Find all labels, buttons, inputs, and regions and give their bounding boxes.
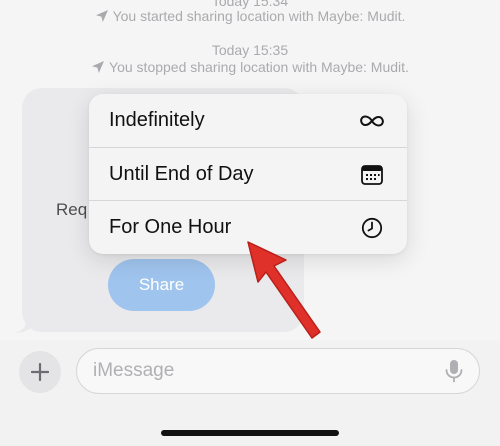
menu-item-label: Until End of Day	[109, 163, 254, 185]
messages-screen: Today 15:34 You started sharing location…	[0, 0, 500, 446]
clock-icon	[359, 215, 385, 241]
message-input[interactable]	[93, 349, 423, 392]
menu-item-indefinitely[interactable]: Indefinitely	[89, 94, 407, 147]
microphone-icon[interactable]	[443, 359, 465, 383]
plus-icon	[31, 363, 49, 381]
infinity-icon	[359, 108, 385, 134]
menu-item-label: For One Hour	[109, 216, 232, 238]
add-attachment-button[interactable]	[19, 351, 61, 393]
share-duration-menu: Indefinitely Until End of Day For One Ho…	[89, 94, 407, 254]
calendar-icon	[359, 162, 385, 188]
menu-item-label: Indefinitely	[109, 109, 205, 131]
menu-item-until-end-of-day[interactable]: Until End of Day	[89, 148, 407, 201]
message-input-container	[76, 348, 480, 394]
home-indicator[interactable]	[161, 430, 339, 436]
annotation-arrow	[247, 241, 321, 339]
